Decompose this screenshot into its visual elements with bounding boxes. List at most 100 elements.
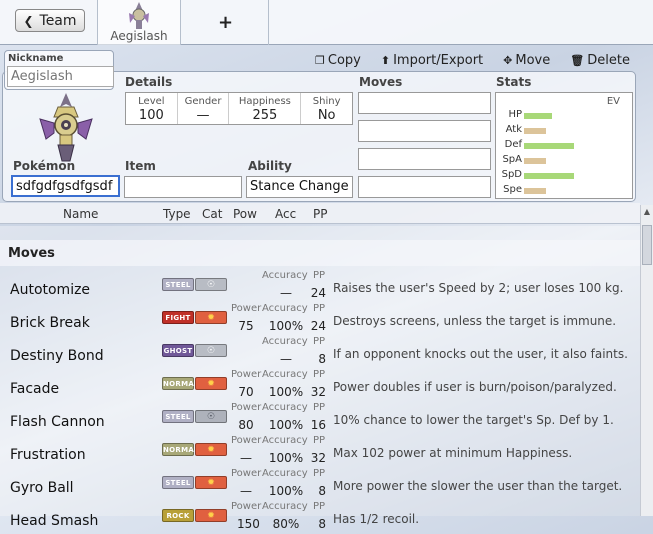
move-description: If an opponent knocks out the user, it a… xyxy=(333,347,628,361)
move-pp: 8 xyxy=(318,484,326,498)
stat-name: Def xyxy=(504,139,522,150)
move-name: Head Smash xyxy=(10,513,99,529)
physical-category-icon: ✹ xyxy=(195,476,227,489)
move-row[interactable]: Brick Break FIGHT ✹ Power Accuracy PP 75 100% 24… xyxy=(0,303,640,336)
physical-category-icon: ✹ xyxy=(195,377,227,390)
move-name: Brick Break xyxy=(10,315,90,331)
plus-icon: + xyxy=(217,12,234,33)
pp-label: PP xyxy=(313,402,326,413)
power-label: Power xyxy=(231,435,262,446)
type-badge: GHOST xyxy=(162,344,194,357)
move-power: 80 xyxy=(238,418,254,432)
move-slot-3[interactable] xyxy=(358,148,491,170)
move-accuracy: 100% xyxy=(268,484,304,498)
move-accuracy: — xyxy=(280,352,292,366)
stat-row-spd: SpD xyxy=(496,169,634,184)
stat-row-def: Def xyxy=(496,139,634,154)
move-row[interactable]: Facade NORMAL ✹ Power Accuracy PP 70 100% 32 Powe… xyxy=(0,369,640,402)
ability-label: Ability xyxy=(248,159,292,173)
move-description: Has 1/2 recoil. xyxy=(333,512,420,526)
move-row[interactable]: Head Smash ROCK ✹ Power Accuracy PP 150 80% 8 Has… xyxy=(0,501,640,534)
col-pow[interactable]: Pow xyxy=(233,207,257,221)
stat-row-spa: SpA xyxy=(496,154,634,169)
move-row[interactable]: Destiny Bond GHOST ☉ Accuracy PP — 8 If an oppo… xyxy=(0,336,640,369)
chevron-left-icon: ❮ xyxy=(23,13,34,28)
stats-button[interactable]: EV HP Atk Def SpA SpD Spe xyxy=(495,92,633,199)
move-row[interactable]: Flash Cannon STEEL ☉ Power Accuracy PP 80 100% 1… xyxy=(0,402,640,435)
stat-row-atk: Atk xyxy=(496,124,634,139)
move-button[interactable]: ✥ Move xyxy=(503,53,550,68)
move-pp: 8 xyxy=(318,517,326,531)
move-row[interactable]: Autotomize STEEL ☉ Accuracy PP — 24 Raises the … xyxy=(0,270,640,303)
col-cat[interactable]: Cat xyxy=(202,207,222,221)
upload-icon: ⬆ xyxy=(380,54,391,67)
delete-button[interactable]: 🗑 Delete xyxy=(570,53,630,68)
gender-value: — xyxy=(196,108,210,123)
move-pp: 16 xyxy=(310,418,326,432)
move-description: Max 102 power at minimum Happiness. xyxy=(333,446,573,460)
move-list-scrollbar[interactable]: ▲ xyxy=(640,205,653,516)
pokemon-label: Pokémon xyxy=(13,159,76,173)
pokemon-input[interactable]: sdfgdfgsdfgsdf xyxy=(11,175,120,197)
nickname-box: Nickname xyxy=(4,50,114,90)
top-tab-bar: ❮ Team Aegislash + xyxy=(0,0,653,45)
ev-label: EV xyxy=(606,96,620,107)
import-export-button[interactable]: ⬆ Import/Export xyxy=(381,53,483,68)
pp-label: PP xyxy=(313,435,326,446)
happiness-label: Happiness xyxy=(238,96,291,107)
power-label: Power xyxy=(231,402,262,413)
team-button-label: Team xyxy=(39,12,77,29)
move-search-results: Moves Autotomize STEEL ☉ Accuracy PP —24 Raise… xyxy=(0,226,640,531)
status-category-icon: ☉ xyxy=(195,344,227,357)
level-label: Level xyxy=(138,96,165,107)
details-button[interactable]: Level 100 Gender — Happiness 255 Shiny N… xyxy=(125,92,353,125)
stat-name: SpA xyxy=(502,154,522,165)
accuracy-label: Accuracy xyxy=(262,468,308,479)
move-slot-2[interactable] xyxy=(358,120,491,142)
shiny-value: No xyxy=(317,108,336,123)
col-type[interactable]: Type xyxy=(163,207,191,221)
status-category-icon: ☉ xyxy=(195,278,227,291)
type-badge: NORMAL xyxy=(162,377,199,390)
move-slot-1[interactable] xyxy=(358,92,491,114)
copy-button[interactable]: ❐ Copy xyxy=(315,53,361,68)
import-export-label: Import/Export xyxy=(393,53,484,68)
power-label: Power xyxy=(231,369,262,380)
moves-section-header: Moves xyxy=(0,240,640,266)
accuracy-label: Accuracy xyxy=(262,270,308,281)
move-slot-4[interactable] xyxy=(358,176,491,198)
stat-name: Spe xyxy=(503,184,522,195)
tab-aegislash[interactable]: Aegislash xyxy=(97,0,181,45)
scroll-up-icon[interactable]: ▲ xyxy=(641,205,653,219)
col-acc[interactable]: Acc xyxy=(275,207,296,221)
move-power: 75 xyxy=(238,319,254,333)
accuracy-label: Accuracy xyxy=(262,435,308,446)
trash-icon: 🗑 xyxy=(570,54,585,67)
move-pp: 32 xyxy=(310,385,326,399)
move-description: Destroys screens, unless the target is i… xyxy=(333,314,617,328)
aegislash-mini-icon xyxy=(129,2,149,29)
move-pp: 24 xyxy=(310,286,326,300)
scrollbar-thumb[interactable] xyxy=(642,225,652,265)
stat-name: Atk xyxy=(505,124,522,135)
col-name[interactable]: Name xyxy=(63,207,98,221)
pp-label: PP xyxy=(313,270,326,281)
happiness-cell: Happiness 255 xyxy=(229,93,302,124)
tab-label: Aegislash xyxy=(110,29,168,43)
pp-label: PP xyxy=(313,369,326,380)
item-input[interactable] xyxy=(124,176,242,198)
stat-bar xyxy=(524,113,552,119)
nickname-input[interactable] xyxy=(7,66,114,87)
col-pp[interactable]: PP xyxy=(313,207,327,221)
back-to-team-button[interactable]: ❮ Team xyxy=(15,9,85,32)
ability-input[interactable]: Stance Change xyxy=(246,176,353,198)
nickname-label: Nickname xyxy=(8,53,64,64)
stat-name: HP xyxy=(508,109,522,120)
add-pokemon-tab[interactable]: + xyxy=(183,0,269,45)
move-row[interactable]: Gyro Ball STEEL ✹ Power Accuracy PP — 100% 8 More… xyxy=(0,468,640,501)
move-power: — xyxy=(240,451,252,465)
move-accuracy: — xyxy=(280,286,292,300)
move-row[interactable]: Frustration NORMAL ✹ Power Accuracy PP — 100% 32… xyxy=(0,435,640,468)
stat-bar xyxy=(524,173,574,179)
accuracy-label: Accuracy xyxy=(262,303,308,314)
